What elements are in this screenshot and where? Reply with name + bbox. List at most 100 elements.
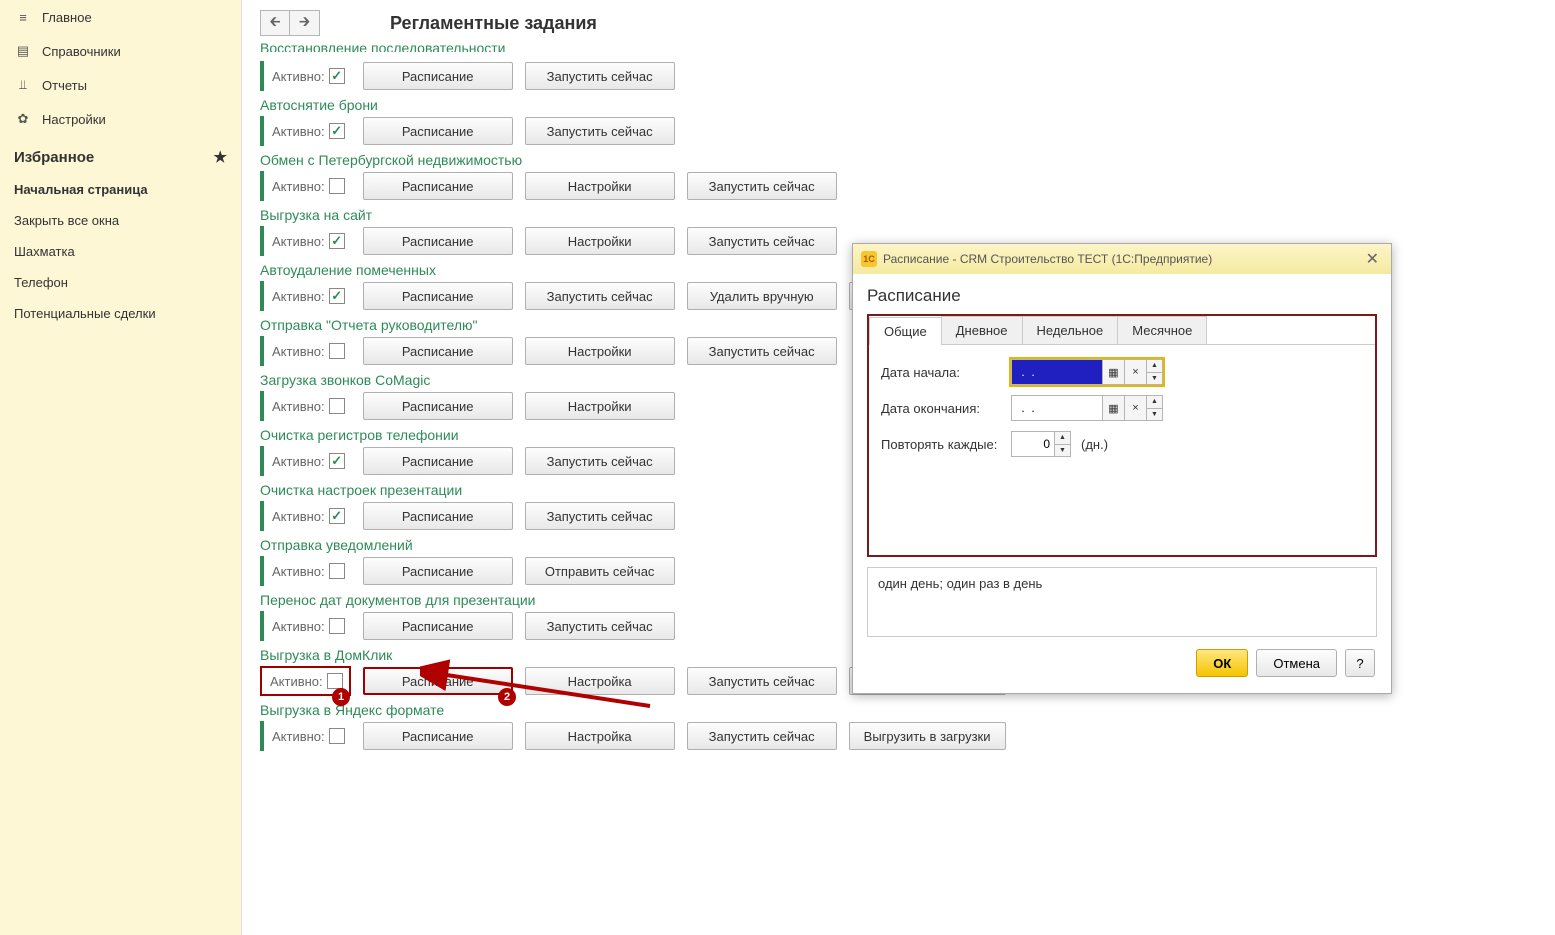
- settings_single-button[interactable]: Настройка: [525, 667, 675, 695]
- active-checkbox[interactable]: [329, 728, 345, 744]
- settings-button[interactable]: Настройки: [525, 337, 675, 365]
- schedule-button[interactable]: Расписание: [363, 557, 513, 585]
- fav-item-3[interactable]: Телефон: [0, 267, 241, 298]
- task-row: Активно:РасписаниеНастройкиЗапустить сей…: [260, 171, 1537, 201]
- active-checkbox[interactable]: [327, 673, 343, 689]
- nav-item-2[interactable]: ⫫Отчеты: [0, 68, 241, 102]
- schedule-button[interactable]: Расписание: [363, 502, 513, 530]
- task-row: Активно:РасписаниеНастройкаЗапустить сей…: [260, 721, 1537, 751]
- settings-button[interactable]: Настройки: [525, 392, 675, 420]
- dialog-titlebar[interactable]: 1C Расписание - CRM Строительство ТЕСТ (…: [853, 244, 1391, 274]
- task-0: Восстановление последовательностиАктивно…: [260, 46, 1537, 91]
- end-date-input[interactable]: ▦ × ▲▼: [1011, 395, 1163, 421]
- run_now-button[interactable]: Запустить сейчас: [525, 612, 675, 640]
- active-block: Активно:: [260, 556, 351, 586]
- run_now-button[interactable]: Запустить сейчас: [525, 282, 675, 310]
- task-title[interactable]: Выгрузка в Яндекс формате: [260, 702, 1537, 718]
- run_now-button[interactable]: Запустить сейчас: [687, 722, 837, 750]
- nav-item-1[interactable]: ▤Справочники: [0, 34, 241, 68]
- ok-button[interactable]: ОК: [1196, 649, 1248, 677]
- tab-3[interactable]: Месячное: [1117, 316, 1207, 344]
- settings-button[interactable]: Настройки: [525, 227, 675, 255]
- spinner[interactable]: ▲▼: [1054, 432, 1070, 456]
- schedule-button[interactable]: Расписание: [363, 447, 513, 475]
- spinner[interactable]: ▲▼: [1146, 396, 1162, 420]
- favorites-header: Избранное ★: [0, 136, 241, 174]
- active-label: Активно:: [272, 619, 325, 634]
- fav-item-0[interactable]: Начальная страница: [0, 174, 241, 205]
- close-icon[interactable]: ✕: [1362, 249, 1383, 269]
- send_now-button[interactable]: Отправить сейчас: [525, 557, 675, 585]
- schedule-button[interactable]: Расписание: [363, 172, 513, 200]
- tab-0[interactable]: Общие: [869, 317, 942, 345]
- schedule-button[interactable]: Расписание: [363, 337, 513, 365]
- tab-2[interactable]: Недельное: [1022, 316, 1119, 344]
- back-button[interactable]: 🡰: [260, 10, 290, 36]
- schedule-button[interactable]: Расписание: [363, 282, 513, 310]
- schedule-button[interactable]: Расписание: [363, 667, 513, 695]
- schedule-button[interactable]: Расписание: [363, 612, 513, 640]
- schedule-button[interactable]: Расписание: [363, 117, 513, 145]
- run_now-button[interactable]: Запустить сейчас: [687, 337, 837, 365]
- calendar-icon[interactable]: ▦: [1102, 360, 1124, 384]
- run_now-button[interactable]: Запустить сейчас: [525, 117, 675, 145]
- clear-icon[interactable]: ×: [1124, 396, 1146, 420]
- active-checkbox[interactable]: [329, 233, 345, 249]
- task-1: Автоснятие брони Активно: Расписание Запуст…: [260, 97, 1537, 146]
- fav-item-4[interactable]: Потенциальные сделки: [0, 298, 241, 329]
- run_now-button[interactable]: Запустить сейчас: [687, 172, 837, 200]
- task-title[interactable]: Обмен с Петербургской недвижимостью: [260, 152, 1537, 168]
- run_now-button[interactable]: Запустить сейчас: [525, 502, 675, 530]
- active-block: Активно:: [260, 116, 351, 146]
- delete_manual-button[interactable]: Удалить вручную: [687, 282, 837, 310]
- active-checkbox[interactable]: [329, 563, 345, 579]
- help-button[interactable]: ?: [1345, 649, 1375, 677]
- active-checkbox[interactable]: [329, 123, 345, 139]
- fav-item-2[interactable]: Шахматка: [0, 236, 241, 267]
- active-checkbox[interactable]: [329, 618, 345, 634]
- run_now-button[interactable]: Запустить сейчас: [687, 227, 837, 255]
- nav-label: Главное: [42, 10, 92, 25]
- nav-item-3[interactable]: ✿Настройки: [0, 102, 241, 136]
- active-checkbox[interactable]: [329, 508, 345, 524]
- sidebar: ≡Главное▤Справочники⫫Отчеты✿Настройки Из…: [0, 0, 242, 935]
- schedule-button[interactable]: Расписание: [363, 62, 513, 90]
- run_now-button[interactable]: Запустить сейчас: [525, 447, 675, 475]
- start-date-field[interactable]: [1012, 360, 1102, 384]
- forward-button[interactable]: 🡲: [290, 10, 320, 36]
- schedule-button[interactable]: Расписание: [363, 722, 513, 750]
- nav-label: Справочники: [42, 44, 121, 59]
- tab-1[interactable]: Дневное: [941, 316, 1023, 344]
- schedule-button[interactable]: Расписание: [363, 227, 513, 255]
- star-icon[interactable]: ★: [214, 148, 227, 166]
- repeat-field[interactable]: [1012, 432, 1054, 456]
- schedule-dialog: 1C Расписание - CRM Строительство ТЕСТ (…: [852, 243, 1392, 694]
- task-title[interactable]: Автоснятие брони: [260, 97, 1537, 113]
- schedule-button[interactable]: Расписание: [363, 392, 513, 420]
- active-checkbox[interactable]: [329, 68, 345, 84]
- run_now-button[interactable]: Запустить сейчас: [687, 667, 837, 695]
- clear-icon[interactable]: ×: [1124, 360, 1146, 384]
- marker-1: 1: [332, 688, 350, 706]
- calendar-icon[interactable]: ▦: [1102, 396, 1124, 420]
- active-checkbox[interactable]: [329, 288, 345, 304]
- upload_to-button[interactable]: Выгрузить в загрузки: [849, 722, 1006, 750]
- tab-panel-general: Дата начала: ▦ × ▲▼ Дата окончания: ▦ × …: [869, 345, 1375, 555]
- task-title[interactable]: Восстановление последовательности: [260, 40, 1537, 52]
- run_now-button[interactable]: Запустить сейчас: [525, 62, 675, 90]
- repeat-input[interactable]: ▲▼: [1011, 431, 1071, 457]
- nav-item-0[interactable]: ≡Главное: [0, 0, 241, 34]
- cancel-button[interactable]: Отмена: [1256, 649, 1337, 677]
- task-title[interactable]: Выгрузка на сайт: [260, 207, 1537, 223]
- active-checkbox[interactable]: [329, 178, 345, 194]
- settings-button[interactable]: Настройки: [525, 172, 675, 200]
- settings_single-button[interactable]: Настройка: [525, 722, 675, 750]
- active-checkbox[interactable]: [329, 398, 345, 414]
- fav-item-1[interactable]: Закрыть все окна: [0, 205, 241, 236]
- active-checkbox[interactable]: [329, 453, 345, 469]
- start-date-input[interactable]: ▦ × ▲▼: [1011, 359, 1163, 385]
- active-checkbox[interactable]: [329, 343, 345, 359]
- active-label: Активно:: [272, 399, 325, 414]
- spinner[interactable]: ▲▼: [1146, 360, 1162, 384]
- end-date-field[interactable]: [1012, 396, 1102, 420]
